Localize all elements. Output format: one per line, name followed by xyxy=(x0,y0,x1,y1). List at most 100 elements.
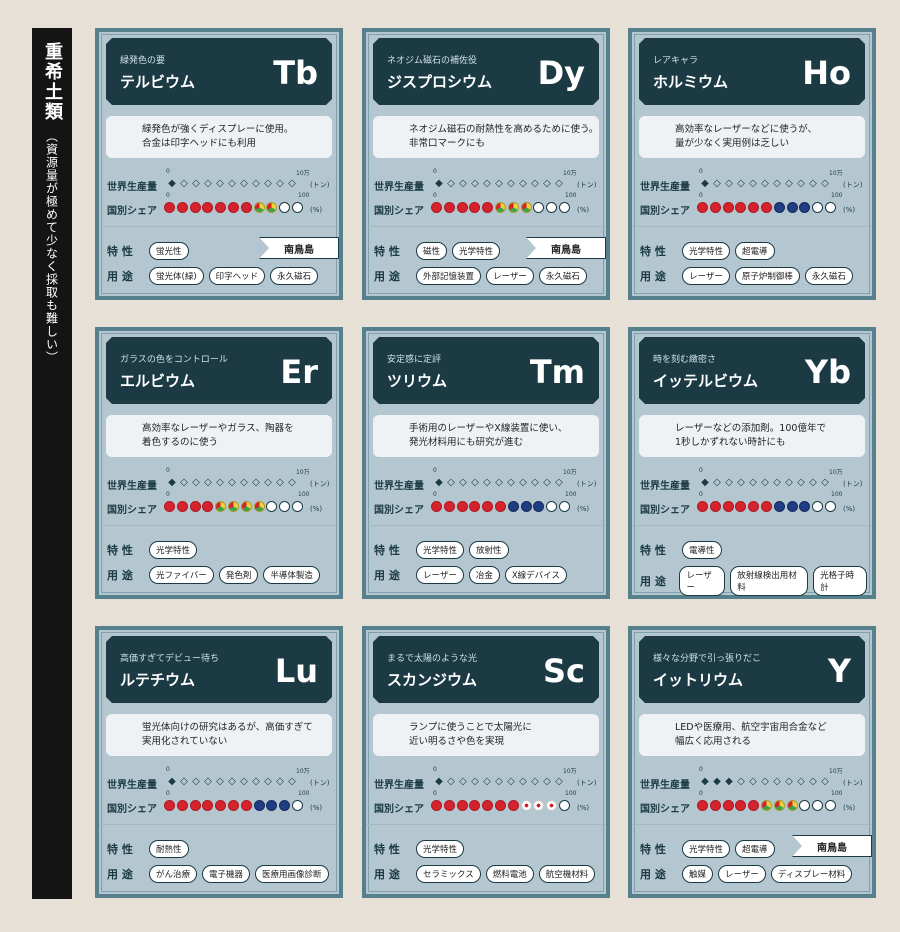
element-card: 様々な分野で引っ張りだこ イットリウム Y LEDや医療用、航空宇宙用合金など … xyxy=(628,626,876,898)
production-scale-end: 10万 xyxy=(296,170,310,177)
production-marker: ◇ xyxy=(240,178,248,189)
country-share-dots xyxy=(697,202,838,213)
production-marker: ◇ xyxy=(252,776,260,787)
country-share-dot xyxy=(735,501,747,512)
production-marker: ◇ xyxy=(737,477,745,488)
trait-pill: 光学特性 xyxy=(416,541,465,559)
country-share-dot xyxy=(266,800,278,811)
production-unit: (トン) xyxy=(843,181,863,189)
description-line: 着色するのに使う xyxy=(142,437,219,448)
element-card: 時を刻む緻密さ イッテルビウム Yb レーザーなどの添加剤。100億年で 1秒し… xyxy=(628,327,876,599)
country-share-dot xyxy=(558,202,570,213)
share-unit: (%) xyxy=(310,505,323,513)
world-production-label: 世界生産量 xyxy=(640,780,690,791)
description-line: 合金は印字ヘッドにも利用 xyxy=(142,138,257,149)
country-share-dot xyxy=(735,800,747,811)
traits-row: 特 性 光学特性 xyxy=(107,541,202,559)
country-share-dot xyxy=(253,202,265,213)
country-share-dot xyxy=(189,501,201,512)
production-marker: ◇ xyxy=(180,477,188,488)
production-marker: ◇ xyxy=(192,477,200,488)
production-marker: ◇ xyxy=(228,776,236,787)
uses-row: 用 途 レーザー 放射線検出用材料 光格子時計 xyxy=(640,566,872,596)
country-share-dot xyxy=(824,501,836,512)
element-tagline: 様々な分野で引っ張りだこ xyxy=(653,654,762,664)
production-scale-start: 0 xyxy=(699,766,703,773)
country-share-dot xyxy=(558,501,570,512)
use-pill: 印字ヘッド xyxy=(208,267,266,285)
production-marker: ◇ xyxy=(228,178,236,189)
uses-row: 用 途 がん治療 電子機器 医療用画像診断 xyxy=(107,865,334,883)
share-unit: (%) xyxy=(310,206,323,214)
country-share-dot xyxy=(773,800,785,811)
trait-pill: 電導性 xyxy=(682,541,722,559)
country-share-dot xyxy=(215,800,227,811)
use-pill: 永久磁石 xyxy=(270,267,319,285)
production-marker: ◇ xyxy=(495,776,503,787)
country-share-dot xyxy=(799,501,811,512)
country-share-dot xyxy=(494,800,506,811)
world-production-label: 世界生産量 xyxy=(374,481,424,492)
production-marker: ◇ xyxy=(471,477,479,488)
production-marker: ◇ xyxy=(204,178,212,189)
country-share-dot xyxy=(176,501,188,512)
description-line: 高効率なレーザーなどに使うが、 xyxy=(675,124,818,135)
description-line: LEDや医療用、航空宇宙用合金など xyxy=(675,722,827,733)
production-meter: ◆ ◇ ◇ ◇ ◇ ◇ ◇ ◇ ◇ ◇ ◇ xyxy=(433,476,565,490)
production-marker: ◇ xyxy=(288,776,296,787)
element-name: エルビウム xyxy=(120,372,196,390)
country-share-dot xyxy=(520,501,532,512)
share-scale-start: 0 xyxy=(166,192,170,199)
share-scale-start: 0 xyxy=(433,790,437,797)
production-marker: ◇ xyxy=(276,477,284,488)
production-marker: ◇ xyxy=(519,477,527,488)
description-line: ネオジム磁石の耐熱性を高めるために使う。 xyxy=(409,124,599,135)
production-unit: (トン) xyxy=(577,779,597,787)
uses-row: 用 途 蛍光体(緑) 印字ヘッド 永久磁石 xyxy=(107,267,323,285)
production-marker: ◇ xyxy=(543,477,551,488)
traits-row: 特 性 光学特性 超電導 xyxy=(640,242,780,260)
production-marker: ◇ xyxy=(531,178,539,189)
production-scale-end: 10万 xyxy=(296,469,310,476)
country-share-dot xyxy=(799,202,811,213)
production-meter: ◆ ◇ ◇ ◇ ◇ ◇ ◇ ◇ ◇ ◇ ◇ xyxy=(699,177,831,191)
production-marker: ◇ xyxy=(180,776,188,787)
country-share-dots xyxy=(164,800,305,811)
sidebar-subtitle: （資源量が極めて少なく採取も難しい） xyxy=(44,130,59,364)
country-share-dot xyxy=(494,501,506,512)
element-header: まるで太陽のような光 スカンジウム Sc xyxy=(373,636,599,703)
production-marker: ◇ xyxy=(797,178,805,189)
country-share-dot xyxy=(279,501,291,512)
production-marker: ◇ xyxy=(749,776,757,787)
production-marker: ◇ xyxy=(483,477,491,488)
country-share-dot xyxy=(443,202,455,213)
production-marker: ◇ xyxy=(737,178,745,189)
country-share-dot xyxy=(253,800,265,811)
country-share-label: 国別シェア xyxy=(640,505,690,516)
production-marker: ◇ xyxy=(821,776,829,787)
description-line: 手術用のレーザーやX線装置に使い、 xyxy=(409,423,568,434)
country-share-dot xyxy=(812,800,824,811)
country-share-dot xyxy=(494,202,506,213)
world-production-label: 世界生産量 xyxy=(374,182,424,193)
production-marker: ◇ xyxy=(809,477,817,488)
uses-label: 用 途 xyxy=(640,575,666,588)
share-scale-start: 0 xyxy=(433,192,437,199)
production-marker: ◇ xyxy=(483,776,491,787)
traits-row: 特 性 光学特性 xyxy=(374,840,469,858)
country-share-dot xyxy=(812,202,824,213)
production-marker: ◇ xyxy=(216,776,224,787)
sidebar: 重希土類 （資源量が極めて少なく採取も難しい） xyxy=(32,28,72,899)
production-scale-start: 0 xyxy=(166,168,170,175)
production-marker: ◇ xyxy=(288,477,296,488)
share-scale-end: 100 xyxy=(831,491,843,498)
country-share-dot xyxy=(722,202,734,213)
use-pill: 蛍光体(緑) xyxy=(149,267,204,285)
element-card: 安定感に定評 ツリウム Tm 手術用のレーザーやX線装置に使い、 発光材料用にも… xyxy=(362,327,610,599)
country-share-dot xyxy=(469,501,481,512)
world-production-label: 世界生産量 xyxy=(374,780,424,791)
element-tagline: ガラスの色をコントロール xyxy=(120,355,228,365)
production-marker: ◇ xyxy=(447,776,455,787)
element-card: まるで太陽のような光 スカンジウム Sc ランプに使うことで太陽光に 近い明るさ… xyxy=(362,626,610,898)
country-share-dot xyxy=(773,202,785,213)
